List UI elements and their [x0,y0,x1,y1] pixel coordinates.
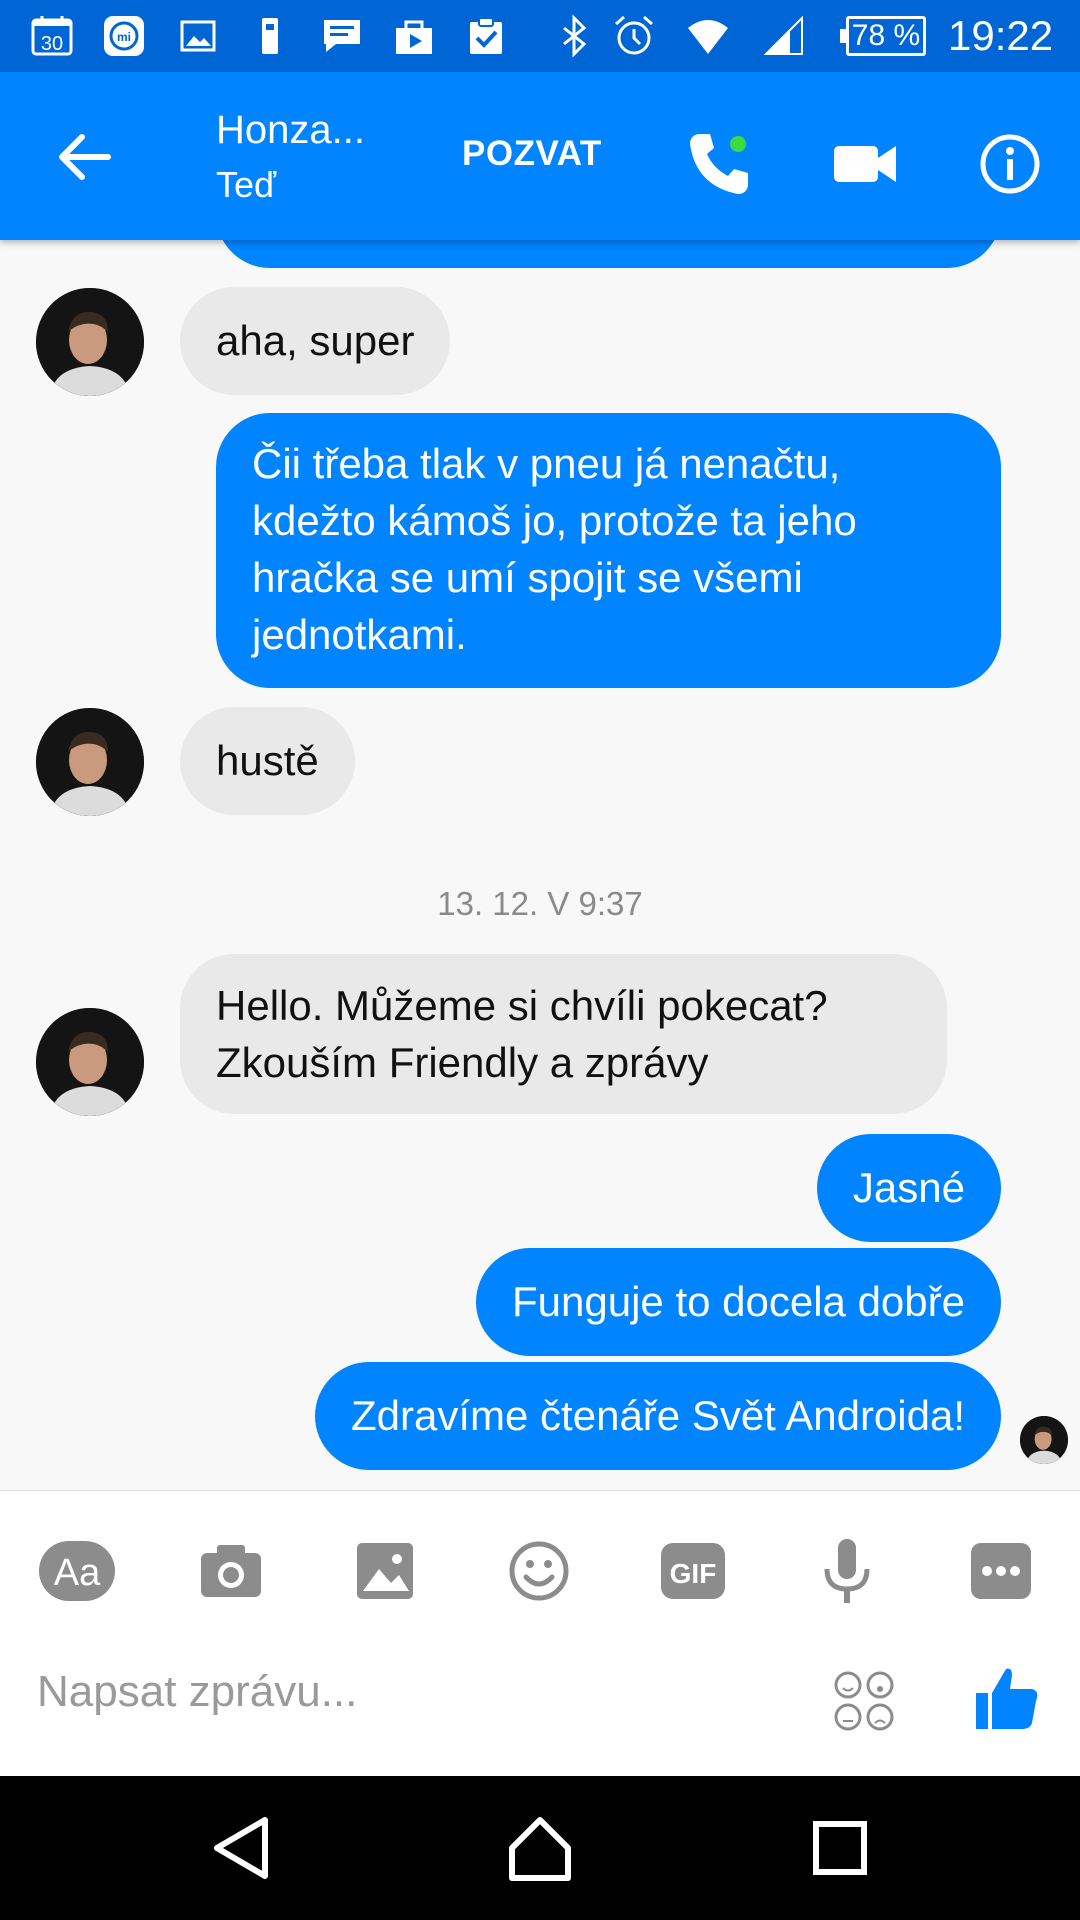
clipboard-check-icon [462,12,510,60]
play-store-icon [390,12,438,60]
gif-icon: GIF [661,1543,725,1599]
active-status-dot [730,136,746,152]
message-bubble-partial [216,240,1001,268]
message-line: Zkouším Friendly a zprávy [216,1039,709,1086]
phone-icon [690,134,748,194]
clock: 19:22 [948,12,1054,59]
video-camera-icon [834,146,896,182]
thumbs-up-icon [976,1668,1038,1729]
more-options-button[interactable] [961,1531,1041,1611]
conversation-header: Honza... Teď POZVAT [0,72,1080,240]
video-call-button[interactable] [826,124,906,204]
usb-icon [246,12,294,60]
message-thread[interactable]: aha, super Čii třeba tlak v pneu já nena… [0,240,1080,1490]
status-bar: 30 mi 78 % 19:22 [0,0,1080,72]
voice-call-button[interactable] [680,124,760,204]
emoji-icon [509,1541,569,1601]
message-line: hračka se umí spojit se všemi [252,554,803,601]
incoming-message[interactable]: aha, super [180,287,451,395]
contact-avatar[interactable] [36,708,144,816]
signal-icon [760,12,808,60]
outgoing-message[interactable]: Funguje to docela dobře [476,1248,1001,1356]
more-icon [971,1543,1031,1599]
like-button[interactable] [972,1663,1042,1733]
info-icon [980,134,1040,194]
home-icon [509,1817,571,1881]
wifi-icon [684,12,732,60]
emoji-button[interactable] [499,1531,579,1611]
navigation-bar [0,1776,1080,1920]
message-line: Hello. Můžeme si chvíli pokecat? [216,982,828,1029]
image-icon [357,1543,413,1599]
recent-apps-icon [813,1821,867,1875]
text-format-icon: Aa [39,1541,115,1601]
gif-label: GIF [670,1558,717,1589]
incoming-message[interactable]: hustě [180,707,355,815]
camera-button[interactable] [191,1531,271,1611]
nav-back-icon [214,1817,268,1879]
arrow-back-icon [59,134,111,180]
incoming-message[interactable]: Hello. Můžeme si chvíli pokecat? Zkouším… [180,954,947,1114]
calendar-icon: 30 [28,12,76,60]
read-receipt-avatar [1020,1416,1068,1464]
outgoing-message[interactable]: Zdravíme čtenáře Svět Androida! [315,1362,1001,1470]
message-icon [318,12,366,60]
microphone-icon [824,1539,870,1603]
sticker-button[interactable] [832,1669,896,1733]
composer: Aa GIF Napsat zprávu... [0,1490,1080,1776]
message-line: kdežto kámoš jo, protože ta jeho [252,497,857,544]
gif-button[interactable]: GIF [653,1531,733,1611]
date-separator: 13. 12. V 9:37 [437,885,643,922]
svg-text:mi: mi [117,30,131,44]
message-line: jednotkami. [252,611,467,658]
text-format-label: Aa [54,1552,101,1594]
info-button[interactable] [970,124,1050,204]
recent-apps-button[interactable] [800,1808,880,1888]
mi-icon: mi [100,12,148,60]
outgoing-message[interactable]: Čii třeba tlak v pneu já nenačtu, kdežto… [216,413,1001,688]
battery-indicator: 78 % [840,16,926,56]
contact-name[interactable]: Honza... [216,108,365,153]
bluetooth-icon [550,12,598,60]
calendar-day: 30 [41,33,63,55]
contact-status: Teď [216,164,277,205]
gallery-button[interactable] [345,1531,425,1611]
message-input[interactable]: Napsat zprávu... [37,1667,357,1717]
invite-button[interactable]: POZVAT [462,134,602,174]
nav-back-button[interactable] [203,1808,283,1888]
camera-icon [201,1545,261,1597]
outgoing-message[interactable]: Jasné [816,1134,1001,1242]
contact-avatar[interactable] [36,1008,144,1116]
alarm-icon [610,12,658,60]
back-button[interactable] [50,122,120,192]
contact-avatar[interactable] [36,288,144,396]
text-format-button[interactable]: Aa [37,1531,117,1611]
voice-message-button[interactable] [807,1531,887,1611]
home-button[interactable] [500,1808,580,1888]
sticker-icon [834,1671,894,1731]
gallery-icon [174,12,222,60]
message-line: Čii třeba tlak v pneu já nenačtu, [252,440,841,487]
